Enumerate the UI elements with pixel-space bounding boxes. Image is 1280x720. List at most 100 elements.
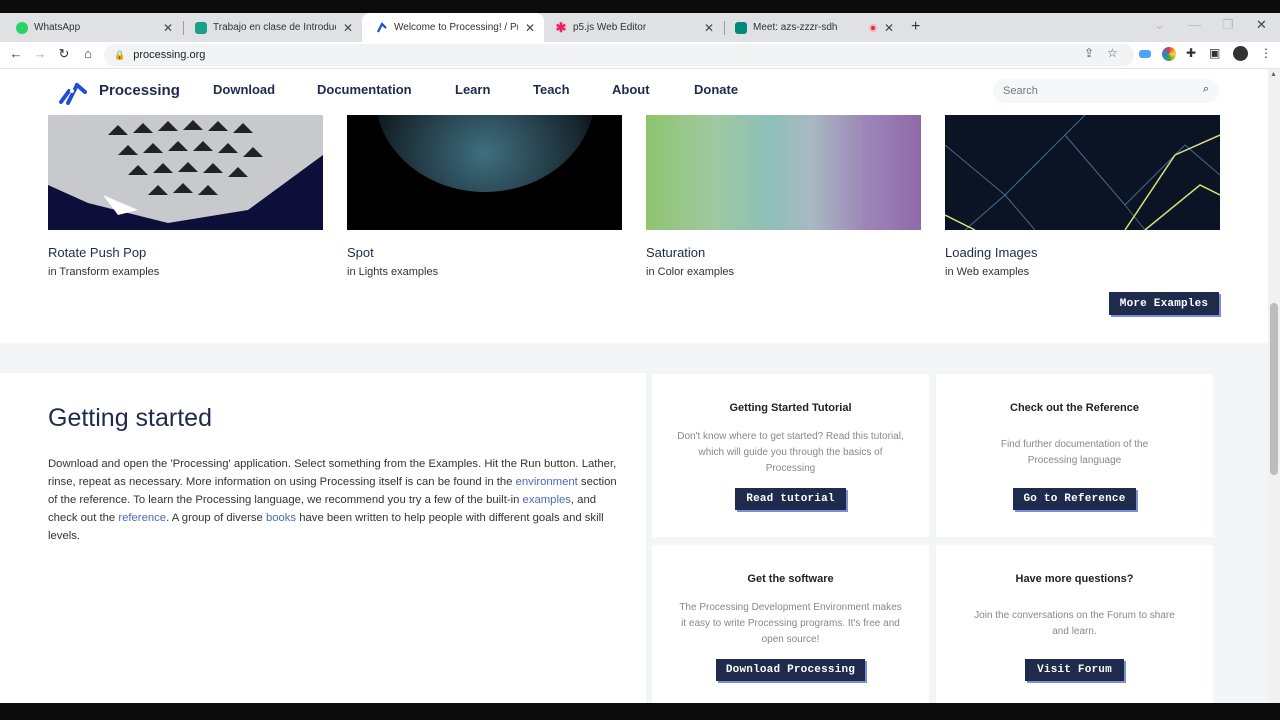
extension-cloud-icon[interactable] bbox=[1139, 50, 1151, 58]
close-icon[interactable]: ✕ bbox=[883, 21, 895, 35]
search-input[interactable] bbox=[1003, 85, 1193, 97]
search-icon[interactable]: ⌕ bbox=[1203, 83, 1209, 96]
processing-icon bbox=[376, 21, 388, 34]
example-thumbnail-loading-images[interactable] bbox=[945, 115, 1220, 230]
tab-p5js[interactable]: ✱ p5.js Web Editor ✕ bbox=[541, 13, 723, 42]
nav-about[interactable]: About bbox=[612, 82, 650, 97]
close-icon[interactable]: ✕ bbox=[524, 21, 536, 35]
tab-meet[interactable]: Meet: azs-zzzr-sdh ✕ bbox=[721, 13, 903, 42]
card-description: The Processing Development Environment m… bbox=[679, 602, 902, 645]
search-box: ⌕ bbox=[993, 79, 1219, 103]
avatar[interactable] bbox=[1233, 46, 1248, 61]
share-icon[interactable]: ⇪ bbox=[1084, 46, 1094, 60]
example-title[interactable]: Spot bbox=[347, 245, 374, 260]
extensions-puzzle-icon[interactable]: ✚ bbox=[1186, 46, 1196, 60]
card-more-questions: Have more questions? Join the conversati… bbox=[936, 545, 1213, 703]
page-scrollbar[interactable]: ▲ bbox=[1268, 69, 1280, 703]
environment-link[interactable]: environment bbox=[516, 476, 578, 488]
nav-download[interactable]: Download bbox=[213, 82, 275, 97]
download-processing-button[interactable]: Download Processing bbox=[716, 659, 865, 681]
close-icon[interactable]: ✕ bbox=[342, 21, 354, 35]
example-thumbnail-rotate-push-pop[interactable] bbox=[48, 115, 323, 230]
meet-icon bbox=[735, 21, 747, 34]
tab-title: WhatsApp bbox=[34, 22, 81, 33]
example-thumbnail-spot[interactable] bbox=[347, 115, 622, 230]
reload-icon[interactable]: ↻ bbox=[56, 46, 72, 62]
tab-title: p5.js Web Editor bbox=[573, 22, 647, 33]
visit-forum-button[interactable]: Visit Forum bbox=[1025, 659, 1124, 681]
extension-color-icon[interactable] bbox=[1162, 47, 1176, 61]
processing-logo-icon[interactable] bbox=[58, 79, 88, 105]
page-viewport: Processing Download Documentation Learn … bbox=[0, 69, 1268, 703]
example-category-link[interactable]: Web examples bbox=[957, 266, 1030, 278]
screen-top-strip bbox=[0, 0, 1280, 13]
close-icon[interactable]: ✕ bbox=[162, 21, 174, 35]
scrollbar-thumb[interactable] bbox=[1270, 303, 1278, 475]
card-reference: Check out the Reference Find further doc… bbox=[936, 374, 1213, 537]
close-icon[interactable]: ✕ bbox=[703, 21, 715, 35]
brand-name[interactable]: Processing bbox=[99, 82, 180, 99]
nav-donate[interactable]: Donate bbox=[694, 82, 738, 97]
back-icon[interactable]: ← bbox=[8, 46, 24, 61]
site-header: Processing Download Documentation Learn … bbox=[0, 69, 1268, 113]
recording-icon bbox=[869, 23, 877, 32]
nav-learn[interactable]: Learn bbox=[455, 82, 490, 97]
reference-link[interactable]: reference bbox=[118, 512, 166, 524]
more-examples-button[interactable]: More Examples bbox=[1109, 292, 1219, 315]
menu-kebab-icon[interactable]: ⋮ bbox=[1260, 46, 1272, 60]
nav-teach[interactable]: Teach bbox=[533, 82, 570, 97]
example-category-prefix: in bbox=[347, 266, 356, 278]
go-to-reference-button[interactable]: Go to Reference bbox=[1013, 488, 1136, 510]
example-category: in Transform examples bbox=[48, 266, 159, 278]
bookmark-star-icon[interactable]: ☆ bbox=[1107, 46, 1118, 60]
example-category-link[interactable]: Lights examples bbox=[359, 266, 439, 278]
card-description: Find further documentation of the Proces… bbox=[1000, 439, 1149, 466]
browser-toolbar: ← → ↻ ⌂ 🔒 processing.org ⇪ ☆ ✚ ▣ ⋮ bbox=[0, 42, 1280, 69]
tab-whatsapp[interactable]: WhatsApp ✕ bbox=[2, 13, 182, 42]
example-category-prefix: in bbox=[945, 266, 954, 278]
example-category-prefix: in bbox=[48, 266, 57, 278]
screen: WhatsApp ✕ Trabajo en clase de Introducc… bbox=[0, 0, 1280, 720]
tab-processing[interactable]: Welcome to Processing! / Proces ✕ bbox=[362, 13, 544, 42]
sidepanel-icon[interactable]: ▣ bbox=[1209, 46, 1220, 60]
address-bar[interactable]: 🔒 processing.org bbox=[104, 44, 1134, 66]
new-tab-button[interactable]: + bbox=[911, 18, 920, 36]
tab-title: Trabajo en clase de Introducción bbox=[213, 22, 336, 33]
getting-started-text: Download and open the 'Processing' appli… bbox=[48, 455, 623, 545]
p5js-icon: ✱ bbox=[555, 19, 567, 35]
whatsapp-icon bbox=[16, 21, 28, 34]
example-title[interactable]: Rotate Push Pop bbox=[48, 245, 146, 260]
card-title: Have more questions? bbox=[1015, 573, 1134, 585]
example-category-link[interactable]: Transform examples bbox=[59, 266, 159, 278]
card-title: Getting Started Tutorial bbox=[729, 402, 852, 414]
home-icon[interactable]: ⌂ bbox=[80, 46, 96, 61]
read-tutorial-button[interactable]: Read tutorial bbox=[735, 488, 846, 510]
tab-classroom[interactable]: Trabajo en clase de Introducción ✕ bbox=[181, 13, 362, 42]
card-get-software: Get the software The Processing Developm… bbox=[652, 545, 929, 703]
example-title[interactable]: Loading Images bbox=[945, 245, 1038, 260]
tab-search-icon[interactable]: ⌄ bbox=[1154, 17, 1165, 33]
card-title: Check out the Reference bbox=[1010, 402, 1139, 414]
card-title: Get the software bbox=[747, 573, 834, 585]
examples-link[interactable]: examples bbox=[523, 494, 571, 506]
url-text: processing.org bbox=[133, 49, 206, 61]
screen-bottom-strip bbox=[0, 703, 1280, 720]
example-category-link[interactable]: Color examples bbox=[658, 266, 734, 278]
lock-icon: 🔒 bbox=[114, 49, 126, 60]
example-thumbnail-saturation[interactable] bbox=[646, 115, 921, 230]
getting-started-title: Getting started bbox=[48, 404, 212, 432]
example-title[interactable]: Saturation bbox=[646, 245, 705, 260]
tab-title: Meet: azs-zzzr-sdh bbox=[753, 22, 838, 33]
maximize-icon[interactable]: ❐ bbox=[1222, 17, 1234, 33]
example-category: in Web examples bbox=[945, 266, 1029, 278]
scroll-up-icon[interactable]: ▲ bbox=[1270, 71, 1277, 78]
nav-documentation[interactable]: Documentation bbox=[317, 82, 412, 97]
browser-tab-bar: WhatsApp ✕ Trabajo en clase de Introducc… bbox=[0, 13, 1280, 42]
example-category-prefix: in bbox=[646, 266, 655, 278]
minimize-icon[interactable]: — bbox=[1188, 17, 1201, 32]
window-close-icon[interactable]: ✕ bbox=[1256, 17, 1267, 33]
card-getting-started-tutorial: Getting Started Tutorial Don't know wher… bbox=[652, 374, 929, 537]
forward-icon[interactable]: → bbox=[32, 46, 48, 61]
books-link[interactable]: books bbox=[266, 512, 296, 524]
example-category: in Lights examples bbox=[347, 266, 438, 278]
